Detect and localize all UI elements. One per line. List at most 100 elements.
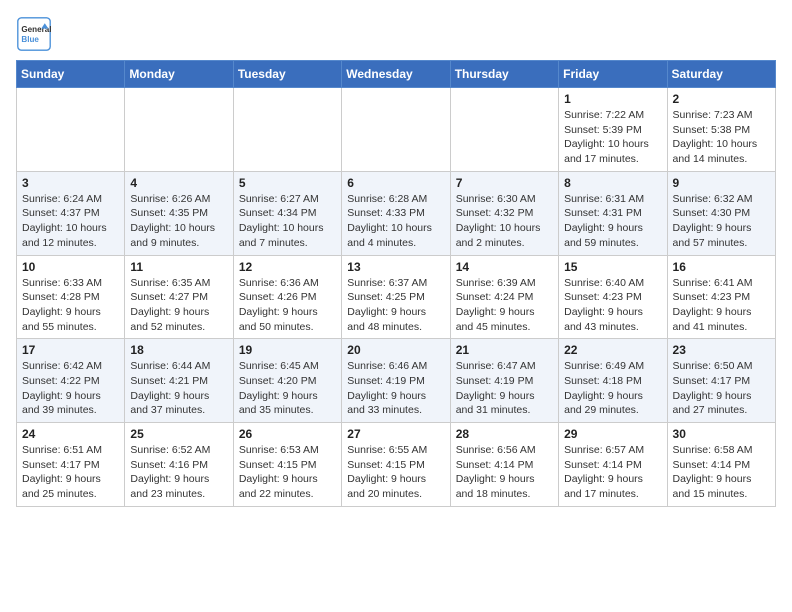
day-info: Sunrise: 6:49 AM Sunset: 4:18 PM Dayligh… xyxy=(564,359,661,418)
day-info: Sunrise: 6:47 AM Sunset: 4:19 PM Dayligh… xyxy=(456,359,553,418)
day-info: Sunrise: 6:44 AM Sunset: 4:21 PM Dayligh… xyxy=(130,359,227,418)
day-number: 14 xyxy=(456,260,553,274)
day-info: Sunrise: 6:57 AM Sunset: 4:14 PM Dayligh… xyxy=(564,443,661,502)
calendar-cell: 27 Sunrise: 6:55 AM Sunset: 4:15 PM Dayli… xyxy=(342,423,450,507)
weekday-header-saturday: Saturday xyxy=(667,61,775,88)
calendar-cell: 28 Sunrise: 6:56 AM Sunset: 4:14 PM Dayli… xyxy=(450,423,558,507)
day-number: 21 xyxy=(456,343,553,357)
logo: General Blue xyxy=(16,16,58,52)
weekday-header-friday: Friday xyxy=(559,61,667,88)
calendar-week-1: 1 Sunrise: 7:22 AM Sunset: 5:39 PM Daylig… xyxy=(17,88,776,172)
day-info: Sunrise: 6:40 AM Sunset: 4:23 PM Dayligh… xyxy=(564,276,661,335)
calendar-table: SundayMondayTuesdayWednesdayThursdayFrid… xyxy=(16,60,776,507)
day-number: 1 xyxy=(564,92,661,106)
day-info: Sunrise: 6:52 AM Sunset: 4:16 PM Dayligh… xyxy=(130,443,227,502)
weekday-header-wednesday: Wednesday xyxy=(342,61,450,88)
day-info: Sunrise: 6:41 AM Sunset: 4:23 PM Dayligh… xyxy=(673,276,770,335)
page-header: General Blue xyxy=(16,16,776,52)
calendar-cell: 5 Sunrise: 6:27 AM Sunset: 4:34 PM Daylig… xyxy=(233,171,341,255)
day-number: 28 xyxy=(456,427,553,441)
day-info: Sunrise: 6:46 AM Sunset: 4:19 PM Dayligh… xyxy=(347,359,444,418)
calendar-cell: 3Sunrise: 6:24 AM Sunset: 4:37 PM Daylig… xyxy=(17,171,125,255)
day-number: 8 xyxy=(564,176,661,190)
day-number: 12 xyxy=(239,260,336,274)
calendar-header-row: SundayMondayTuesdayWednesdayThursdayFrid… xyxy=(17,61,776,88)
calendar-cell: 24 Sunrise: 6:51 AM Sunset: 4:17 PM Dayli… xyxy=(17,423,125,507)
weekday-header-thursday: Thursday xyxy=(450,61,558,88)
day-number: 30 xyxy=(673,427,770,441)
calendar-cell: 11 Sunrise: 6:35 AM Sunset: 4:27 PM Dayli… xyxy=(125,255,233,339)
calendar-cell: 16 Sunrise: 6:41 AM Sunset: 4:23 PM Dayli… xyxy=(667,255,775,339)
day-info: Sunrise: 6:53 AM Sunset: 4:15 PM Dayligh… xyxy=(239,443,336,502)
day-number: 7 xyxy=(456,176,553,190)
day-info: Sunrise: 6:55 AM Sunset: 4:15 PM Dayligh… xyxy=(347,443,444,502)
calendar-cell: 7 Sunrise: 6:30 AM Sunset: 4:32 PM Daylig… xyxy=(450,171,558,255)
calendar-cell: 22 Sunrise: 6:49 AM Sunset: 4:18 PM Dayli… xyxy=(559,339,667,423)
calendar-cell xyxy=(450,88,558,172)
day-number: 23 xyxy=(673,343,770,357)
day-number: 26 xyxy=(239,427,336,441)
day-number: 9 xyxy=(673,176,770,190)
calendar-cell: 12 Sunrise: 6:36 AM Sunset: 4:26 PM Dayli… xyxy=(233,255,341,339)
calendar-cell: 17 Sunrise: 6:42 AM Sunset: 4:22 PM Dayli… xyxy=(17,339,125,423)
day-info: Sunrise: 7:22 AM Sunset: 5:39 PM Dayligh… xyxy=(564,108,661,167)
calendar-cell: 2 Sunrise: 7:23 AM Sunset: 5:38 PM Daylig… xyxy=(667,88,775,172)
day-info: Sunrise: 6:36 AM Sunset: 4:26 PM Dayligh… xyxy=(239,276,336,335)
calendar-cell: 23Sunrise: 6:50 AM Sunset: 4:17 PM Dayli… xyxy=(667,339,775,423)
calendar-cell: 18 Sunrise: 6:44 AM Sunset: 4:21 PM Dayli… xyxy=(125,339,233,423)
day-number: 18 xyxy=(130,343,227,357)
day-number: 2 xyxy=(673,92,770,106)
calendar-cell: 30Sunrise: 6:58 AM Sunset: 4:14 PM Dayli… xyxy=(667,423,775,507)
day-info: Sunrise: 6:31 AM Sunset: 4:31 PM Dayligh… xyxy=(564,192,661,251)
calendar-cell xyxy=(233,88,341,172)
calendar-cell: 8 Sunrise: 6:31 AM Sunset: 4:31 PM Daylig… xyxy=(559,171,667,255)
day-info: Sunrise: 6:42 AM Sunset: 4:22 PM Dayligh… xyxy=(22,359,119,418)
weekday-header-sunday: Sunday xyxy=(17,61,125,88)
calendar-cell: 14Sunrise: 6:39 AM Sunset: 4:24 PM Dayli… xyxy=(450,255,558,339)
logo-icon: General Blue xyxy=(16,16,52,52)
calendar-cell xyxy=(17,88,125,172)
calendar-cell: 25 Sunrise: 6:52 AM Sunset: 4:16 PM Dayli… xyxy=(125,423,233,507)
day-info: Sunrise: 6:56 AM Sunset: 4:14 PM Dayligh… xyxy=(456,443,553,502)
calendar-cell xyxy=(342,88,450,172)
day-number: 3 xyxy=(22,176,119,190)
day-info: Sunrise: 6:45 AM Sunset: 4:20 PM Dayligh… xyxy=(239,359,336,418)
day-number: 15 xyxy=(564,260,661,274)
calendar-cell: 19 Sunrise: 6:45 AM Sunset: 4:20 PM Dayli… xyxy=(233,339,341,423)
day-info: Sunrise: 6:35 AM Sunset: 4:27 PM Dayligh… xyxy=(130,276,227,335)
calendar-week-5: 24 Sunrise: 6:51 AM Sunset: 4:17 PM Dayli… xyxy=(17,423,776,507)
day-info: Sunrise: 6:26 AM Sunset: 4:35 PM Dayligh… xyxy=(130,192,227,251)
day-number: 19 xyxy=(239,343,336,357)
day-number: 20 xyxy=(347,343,444,357)
day-info: Sunrise: 6:37 AM Sunset: 4:25 PM Dayligh… xyxy=(347,276,444,335)
day-number: 29 xyxy=(564,427,661,441)
calendar-cell: 13Sunrise: 6:37 AM Sunset: 4:25 PM Dayli… xyxy=(342,255,450,339)
calendar-cell: 21 Sunrise: 6:47 AM Sunset: 4:19 PM Dayli… xyxy=(450,339,558,423)
weekday-header-monday: Monday xyxy=(125,61,233,88)
calendar-cell: 20 Sunrise: 6:46 AM Sunset: 4:19 PM Dayli… xyxy=(342,339,450,423)
calendar-week-3: 10 Sunrise: 6:33 AM Sunset: 4:28 PM Dayli… xyxy=(17,255,776,339)
day-number: 27 xyxy=(347,427,444,441)
day-number: 25 xyxy=(130,427,227,441)
day-number: 16 xyxy=(673,260,770,274)
day-info: Sunrise: 6:51 AM Sunset: 4:17 PM Dayligh… xyxy=(22,443,119,502)
calendar-cell: 26 Sunrise: 6:53 AM Sunset: 4:15 PM Dayli… xyxy=(233,423,341,507)
day-number: 5 xyxy=(239,176,336,190)
day-info: Sunrise: 7:23 AM Sunset: 5:38 PM Dayligh… xyxy=(673,108,770,167)
day-info: Sunrise: 6:27 AM Sunset: 4:34 PM Dayligh… xyxy=(239,192,336,251)
day-info: Sunrise: 6:30 AM Sunset: 4:32 PM Dayligh… xyxy=(456,192,553,251)
calendar-cell xyxy=(125,88,233,172)
day-number: 22 xyxy=(564,343,661,357)
day-number: 11 xyxy=(130,260,227,274)
calendar-cell: 9 Sunrise: 6:32 AM Sunset: 4:30 PM Daylig… xyxy=(667,171,775,255)
day-info: Sunrise: 6:33 AM Sunset: 4:28 PM Dayligh… xyxy=(22,276,119,335)
day-number: 24 xyxy=(22,427,119,441)
day-info: Sunrise: 6:28 AM Sunset: 4:33 PM Dayligh… xyxy=(347,192,444,251)
calendar-cell: 6Sunrise: 6:28 AM Sunset: 4:33 PM Daylig… xyxy=(342,171,450,255)
calendar-week-4: 17 Sunrise: 6:42 AM Sunset: 4:22 PM Dayli… xyxy=(17,339,776,423)
calendar-week-2: 3Sunrise: 6:24 AM Sunset: 4:37 PM Daylig… xyxy=(17,171,776,255)
day-number: 17 xyxy=(22,343,119,357)
day-info: Sunrise: 6:32 AM Sunset: 4:30 PM Dayligh… xyxy=(673,192,770,251)
day-number: 10 xyxy=(22,260,119,274)
calendar-cell: 4Sunrise: 6:26 AM Sunset: 4:35 PM Daylig… xyxy=(125,171,233,255)
